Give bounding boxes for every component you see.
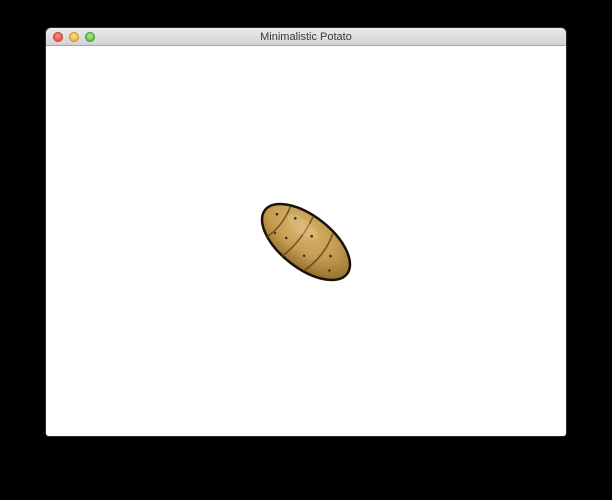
content-area bbox=[46, 46, 566, 436]
window-title: Minimalistic Potato bbox=[260, 31, 352, 43]
potato-icon bbox=[260, 202, 352, 282]
title-bar[interactable]: Minimalistic Potato bbox=[46, 28, 566, 46]
app-window: Minimalistic Potato bbox=[46, 28, 566, 436]
